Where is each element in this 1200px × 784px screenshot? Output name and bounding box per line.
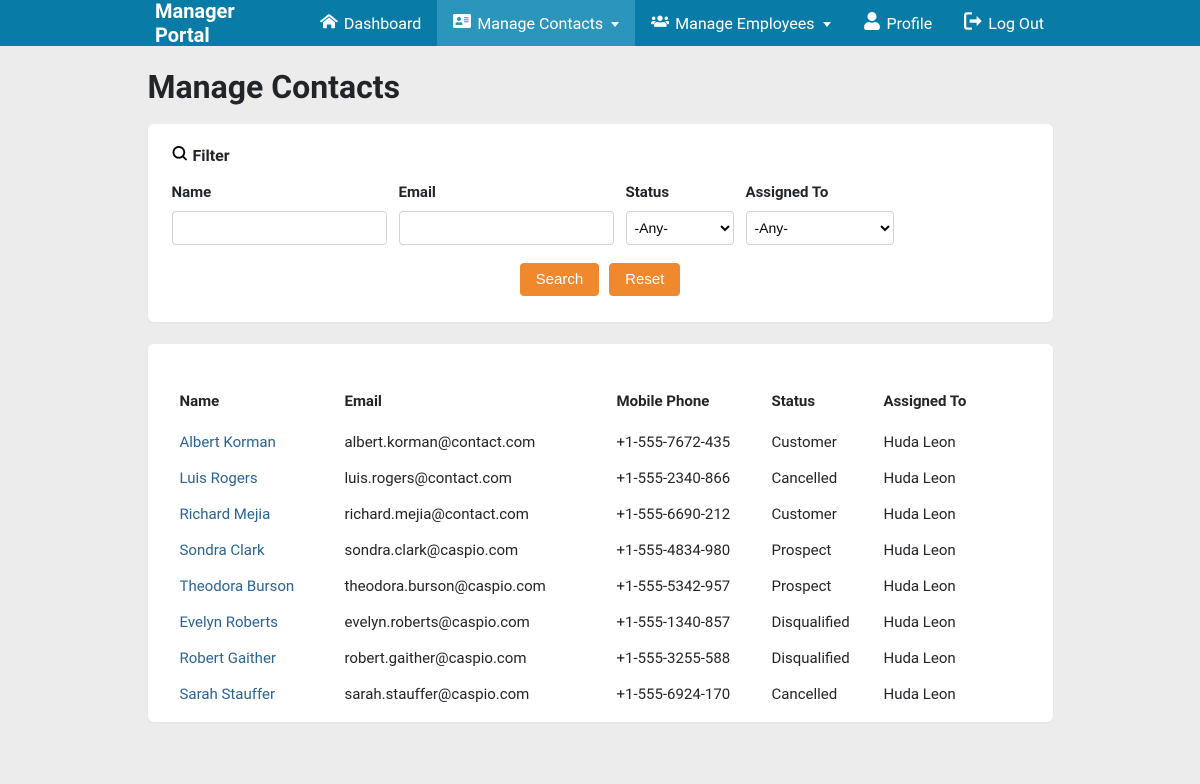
contact-name-link[interactable]: Sarah Stauffer xyxy=(180,685,276,703)
table-row: Sondra Clark sondra.clark@caspio.com+1-55… xyxy=(172,532,1029,568)
filter-email-input[interactable] xyxy=(399,211,614,245)
nav-dashboard-label: Dashboard xyxy=(344,14,421,33)
nav-profile[interactable]: Profile xyxy=(847,0,949,46)
col-header-name: Name xyxy=(172,386,337,424)
caret-down-icon xyxy=(611,22,619,27)
nav-logout-label: Log Out xyxy=(988,14,1044,33)
filter-header: Filter xyxy=(172,146,1029,165)
nav-items: Dashboard Manage Contacts Manage Employe… xyxy=(304,0,1060,46)
nav-manage-employees[interactable]: Manage Employees xyxy=(635,0,846,46)
contacts-table-card: Name Email Mobile Phone Status Assigned … xyxy=(148,344,1053,722)
table-row: Sarah Stauffer sarah.stauffer@caspio.com+… xyxy=(172,676,1029,712)
contact-name-link[interactable]: Sondra Clark xyxy=(180,541,265,559)
contact-status: Cancelled xyxy=(764,676,876,712)
contact-email: richard.mejia@contact.com xyxy=(337,496,609,532)
filter-name-group: Name xyxy=(172,183,387,245)
filter-status-select[interactable]: -Any- xyxy=(626,211,734,245)
contact-name-link[interactable]: Richard Mejia xyxy=(180,505,271,523)
user-icon xyxy=(863,12,881,34)
contact-email: albert.korman@contact.com xyxy=(337,424,609,460)
contact-assigned: Huda Leon xyxy=(876,496,1029,532)
contact-assigned: Huda Leon xyxy=(876,532,1029,568)
caret-down-icon xyxy=(823,22,831,27)
contact-phone: +1-555-1340-857 xyxy=(609,604,764,640)
col-header-phone: Mobile Phone xyxy=(609,386,764,424)
nav-contacts-label: Manage Contacts xyxy=(477,14,603,33)
contact-phone: +1-555-6690-212 xyxy=(609,496,764,532)
filter-header-label: Filter xyxy=(193,146,230,165)
nav-logout[interactable]: Log Out xyxy=(948,0,1060,46)
contact-phone: +1-555-5342-957 xyxy=(609,568,764,604)
contact-assigned: Huda Leon xyxy=(876,460,1029,496)
nav-profile-label: Profile xyxy=(887,14,933,33)
table-row: Richard Mejia richard.mejia@contact.com+1… xyxy=(172,496,1029,532)
contact-email: theodora.burson@caspio.com xyxy=(337,568,609,604)
filter-status-group: Status -Any- xyxy=(626,183,734,245)
contact-email: evelyn.roberts@caspio.com xyxy=(337,604,609,640)
filter-assigned-label: Assigned To xyxy=(746,183,894,201)
filter-card: Filter Name Email Status -Any- Assigned … xyxy=(148,124,1053,322)
contact-assigned: Huda Leon xyxy=(876,568,1029,604)
contact-phone: +1-555-3255-588 xyxy=(609,640,764,676)
contact-email: sarah.stauffer@caspio.com xyxy=(337,676,609,712)
id-card-icon xyxy=(453,12,471,34)
filter-assigned-group: Assigned To -Any- xyxy=(746,183,894,245)
contact-email: luis.rogers@contact.com xyxy=(337,460,609,496)
contact-email: sondra.clark@caspio.com xyxy=(337,532,609,568)
page-title: Manage Contacts xyxy=(148,68,1053,106)
table-row: Evelyn Roberts evelyn.roberts@caspio.com+… xyxy=(172,604,1029,640)
contact-phone: +1-555-6924-170 xyxy=(609,676,764,712)
col-header-status: Status xyxy=(764,386,876,424)
contact-assigned: Huda Leon xyxy=(876,424,1029,460)
table-row: Albert Korman albert.korman@contact.com+1… xyxy=(172,424,1029,460)
table-row: Robert Gaither robert.gaither@caspio.com+… xyxy=(172,640,1029,676)
contact-name-link[interactable]: Robert Gaither xyxy=(180,649,276,667)
navbar: Manager Portal Dashboard Manage Contacts… xyxy=(0,0,1200,46)
filter-name-label: Name xyxy=(172,183,387,201)
contact-status: Disqualified xyxy=(764,640,876,676)
search-icon xyxy=(172,146,187,165)
filter-name-input[interactable] xyxy=(172,211,387,245)
table-row: Luis Rogers luis.rogers@contact.com+1-555… xyxy=(172,460,1029,496)
contact-phone: +1-555-7672-435 xyxy=(609,424,764,460)
contact-phone: +1-555-2340-866 xyxy=(609,460,764,496)
nav-employees-label: Manage Employees xyxy=(675,14,814,33)
search-button[interactable]: Search xyxy=(520,263,600,296)
contact-name-link[interactable]: Evelyn Roberts xyxy=(180,613,278,631)
users-icon xyxy=(651,12,669,34)
contact-name-link[interactable]: Theodora Burson xyxy=(180,577,295,595)
table-row: Theodora Burson theodora.burson@caspio.co… xyxy=(172,568,1029,604)
contact-assigned: Huda Leon xyxy=(876,604,1029,640)
nav-manage-contacts[interactable]: Manage Contacts xyxy=(437,0,635,46)
contact-status: Prospect xyxy=(764,532,876,568)
filter-status-label: Status xyxy=(626,183,734,201)
contact-status: Disqualified xyxy=(764,604,876,640)
contact-status: Customer xyxy=(764,424,876,460)
filter-email-group: Email xyxy=(399,183,614,245)
contact-assigned: Huda Leon xyxy=(876,640,1029,676)
contacts-table: Name Email Mobile Phone Status Assigned … xyxy=(172,386,1029,712)
logout-icon xyxy=(964,12,982,34)
contact-phone: +1-555-4834-980 xyxy=(609,532,764,568)
home-icon xyxy=(320,12,338,34)
brand-title: Manager Portal xyxy=(155,0,304,46)
reset-button[interactable]: Reset xyxy=(609,263,680,296)
contact-status: Customer xyxy=(764,496,876,532)
nav-dashboard[interactable]: Dashboard xyxy=(304,0,437,46)
filter-email-label: Email xyxy=(399,183,614,201)
col-header-assigned: Assigned To xyxy=(876,386,1029,424)
contact-status: Cancelled xyxy=(764,460,876,496)
contact-status: Prospect xyxy=(764,568,876,604)
col-header-email: Email xyxy=(337,386,609,424)
contact-assigned: Huda Leon xyxy=(876,676,1029,712)
contact-name-link[interactable]: Luis Rogers xyxy=(180,469,258,487)
contact-name-link[interactable]: Albert Korman xyxy=(180,433,276,451)
contact-email: robert.gaither@caspio.com xyxy=(337,640,609,676)
filter-assigned-select[interactable]: -Any- xyxy=(746,211,894,245)
